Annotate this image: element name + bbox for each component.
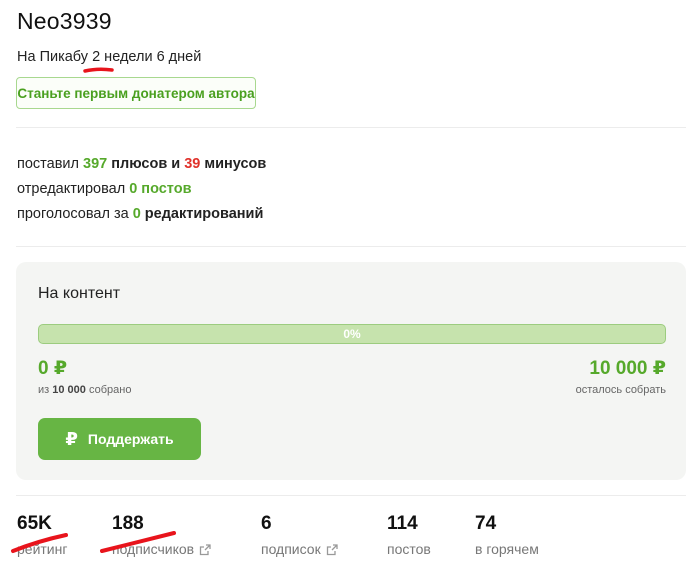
fundraiser-title: На контент bbox=[38, 285, 121, 302]
collected-caption-prefix: из bbox=[38, 384, 53, 396]
counter-rating: 65K рейтинг bbox=[17, 513, 67, 557]
external-link-icon bbox=[199, 544, 211, 556]
annotation-underline-age bbox=[83, 67, 114, 73]
account-age-prefix: На Пикабу bbox=[17, 49, 93, 65]
fundraiser-card: На контент 0% 0 ₽ 10 000 ₽ из 10 000 соб… bbox=[16, 262, 686, 480]
edited-label: постов bbox=[137, 181, 192, 197]
divider bbox=[16, 127, 686, 128]
account-age: На Пикабу 2 недели 6 дней bbox=[17, 49, 201, 65]
become-donor-button[interactable]: Станьте первым донатером автора bbox=[16, 77, 256, 109]
voted-line: проголосовал за 0 редактирований bbox=[17, 206, 263, 222]
counter-subscribers[interactable]: 188 подписчиков bbox=[112, 513, 211, 557]
support-button[interactable]: ₽ Поддержать bbox=[38, 418, 201, 460]
voted-prefix: проголосовал за bbox=[17, 206, 133, 222]
rating-label: рейтинг bbox=[17, 541, 68, 557]
username: Neo3939 bbox=[17, 8, 112, 34]
counter-subscriptions[interactable]: 6 подписок bbox=[261, 513, 338, 557]
posts-value: 114 bbox=[387, 513, 418, 534]
subscriptions-label: подписок bbox=[261, 541, 321, 557]
fundraiser-progress-bar: 0% bbox=[38, 324, 666, 344]
account-age-number: 2 bbox=[92, 49, 101, 65]
support-button-label: Поддержать bbox=[87, 431, 174, 447]
remaining-caption: осталось собрать bbox=[575, 384, 666, 396]
ruble-icon: ₽ bbox=[65, 429, 78, 449]
hot-label: в горячем bbox=[475, 541, 539, 557]
progress-label: 0% bbox=[343, 327, 361, 341]
voted-count: 0 bbox=[132, 206, 141, 222]
posts-label: постов bbox=[387, 541, 431, 557]
edited-line: отредактировал 0 постов bbox=[17, 181, 191, 197]
goal-amount: 10 000 bbox=[52, 384, 86, 396]
pluses-count: 397 bbox=[83, 156, 108, 172]
divider bbox=[16, 246, 686, 247]
remaining-amount: 10 000 ₽ bbox=[589, 358, 666, 379]
votes-line: поставил 397 плюсов и 39 минусов bbox=[17, 156, 266, 172]
counter-posts[interactable]: 114 постов bbox=[387, 513, 431, 557]
collected-amount: 0 ₽ bbox=[38, 358, 68, 379]
counter-hot[interactable]: 74 в горячем bbox=[475, 513, 539, 557]
voted-label: редактирований bbox=[140, 206, 264, 222]
votes-prefix: поставил bbox=[17, 156, 84, 172]
subscribers-value: 188 bbox=[112, 513, 144, 534]
subscriptions-label-wrap: подписок bbox=[261, 541, 338, 557]
hot-value: 74 bbox=[475, 513, 497, 534]
edited-prefix: отредактировал bbox=[17, 181, 130, 197]
account-age-suffix: недели 6 дней bbox=[100, 49, 202, 65]
minuses-count: 39 bbox=[184, 156, 201, 172]
rating-value: 65K bbox=[17, 513, 52, 534]
collected-caption-suffix: собрано bbox=[85, 384, 132, 396]
collected-caption: из 10 000 собрано bbox=[38, 384, 131, 396]
minuses-label: минусов bbox=[200, 156, 267, 172]
subscriptions-value: 6 bbox=[261, 513, 272, 534]
subscribers-label: подписчиков bbox=[112, 541, 195, 557]
pluses-label: плюсов и bbox=[107, 156, 185, 172]
divider bbox=[16, 495, 686, 496]
subscribers-label-wrap: подписчиков bbox=[112, 541, 211, 557]
external-link-icon bbox=[326, 544, 338, 556]
